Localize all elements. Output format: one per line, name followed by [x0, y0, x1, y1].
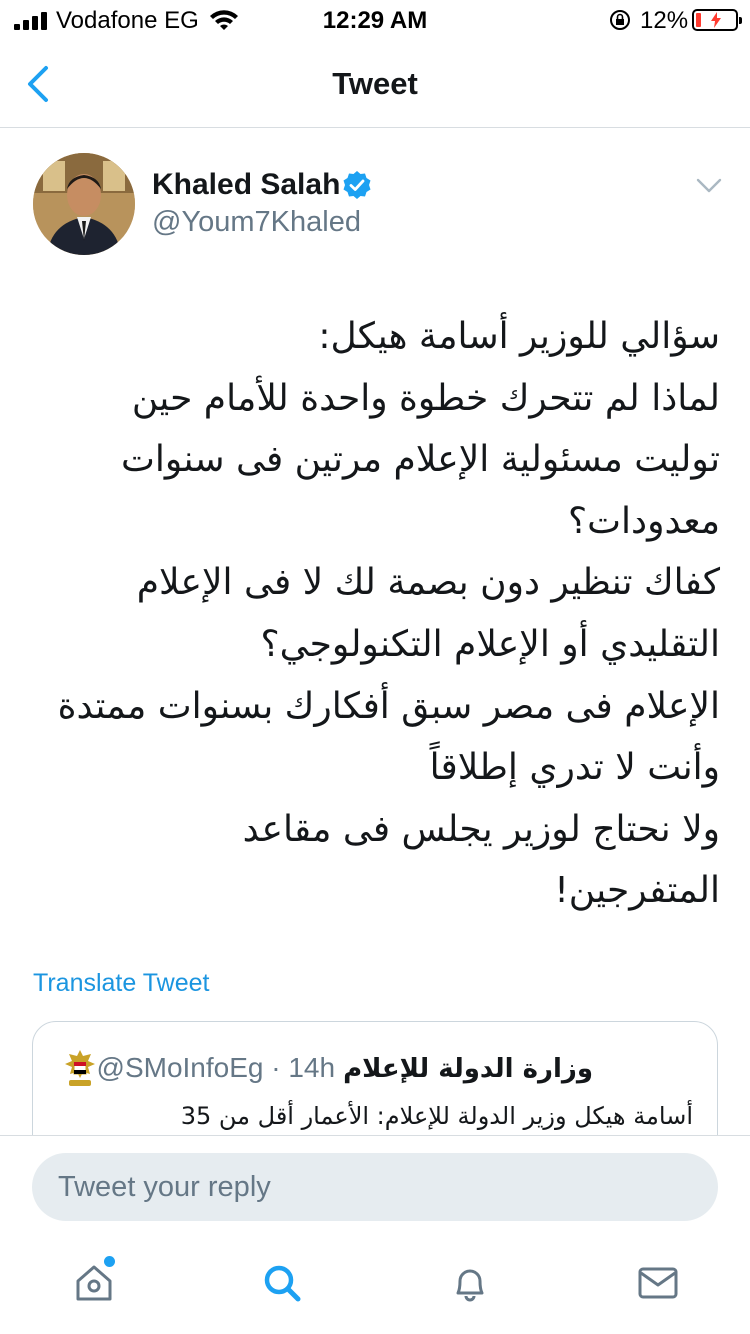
clock: 12:29 AM — [322, 7, 428, 34]
notifications-icon[interactable] — [448, 1261, 492, 1305]
reply-bar: Tweet your reply — [0, 1135, 750, 1235]
battery-icon — [692, 9, 742, 31]
tweet-line: توليت مسئولية الإعلام مرتين فى سنوات — [121, 439, 720, 481]
tweet-line: كفاك تنظير دون بصمة لك لا فى الإعلام — [136, 562, 720, 604]
tweet-text: سؤالي للوزير أسامة هيكل: لماذا لم تتحرك … — [30, 306, 720, 922]
tweet-line: الإعلام فى مصر سبق أفكارك بسنوات ممتدة — [57, 685, 720, 727]
tweet-line: معدودات؟ — [568, 500, 720, 542]
quoted-tweet-text: أسامة هيكل وزير الدولة للإعلام: الأعمار … — [180, 1102, 693, 1130]
translate-tweet-link[interactable]: Translate Tweet — [33, 969, 209, 998]
verified-badge-icon — [343, 171, 371, 199]
chevron-down-icon[interactable] — [694, 170, 724, 200]
egypt-emblem-icon — [65, 1050, 95, 1086]
author-name[interactable]: Khaled Salah — [152, 168, 340, 202]
search-icon[interactable] — [260, 1261, 304, 1305]
status-bar: Vodafone EG 12:29 AM 12% — [0, 0, 750, 40]
battery-percent: 12% — [640, 7, 689, 34]
battery-level-fill — [696, 13, 701, 27]
quoted-author-handle: @SMoInfoEg · 14h — [96, 1052, 336, 1083]
tweet-line: التقليدي أو الإعلام التكنولوجي؟ — [260, 623, 720, 665]
quoted-tweet-header: وزارة الدولة للإعلام@SMoInfoEg · 14h — [97, 1052, 593, 1084]
tweet-line: ولا نحتاج لوزير يجلس فى مقاعد — [242, 808, 720, 850]
new-content-indicator — [104, 1256, 115, 1267]
page-title: Tweet — [332, 66, 418, 101]
messages-icon[interactable] — [636, 1261, 680, 1305]
author-avatar[interactable] — [33, 153, 135, 255]
reply-input[interactable]: Tweet your reply — [32, 1153, 718, 1221]
tweet-line: سؤالي للوزير أسامة هيكل: — [318, 316, 720, 357]
tweet-line: لماذا لم تتحرك خطوة واحدة للأمام حين — [131, 377, 720, 419]
rotation-lock-icon — [610, 10, 630, 30]
author-handle[interactable]: @Youm7Khaled — [152, 206, 361, 239]
home-icon[interactable] — [72, 1261, 116, 1305]
nav-bar: Tweet — [0, 40, 750, 128]
tab-bar — [0, 1235, 750, 1334]
quoted-author-name: وزارة الدولة للإعلام — [343, 1054, 593, 1084]
tweet-line: المتفرجين! — [554, 870, 720, 912]
tweet-line: وأنت لا تدري إطلاقاً — [429, 747, 720, 789]
